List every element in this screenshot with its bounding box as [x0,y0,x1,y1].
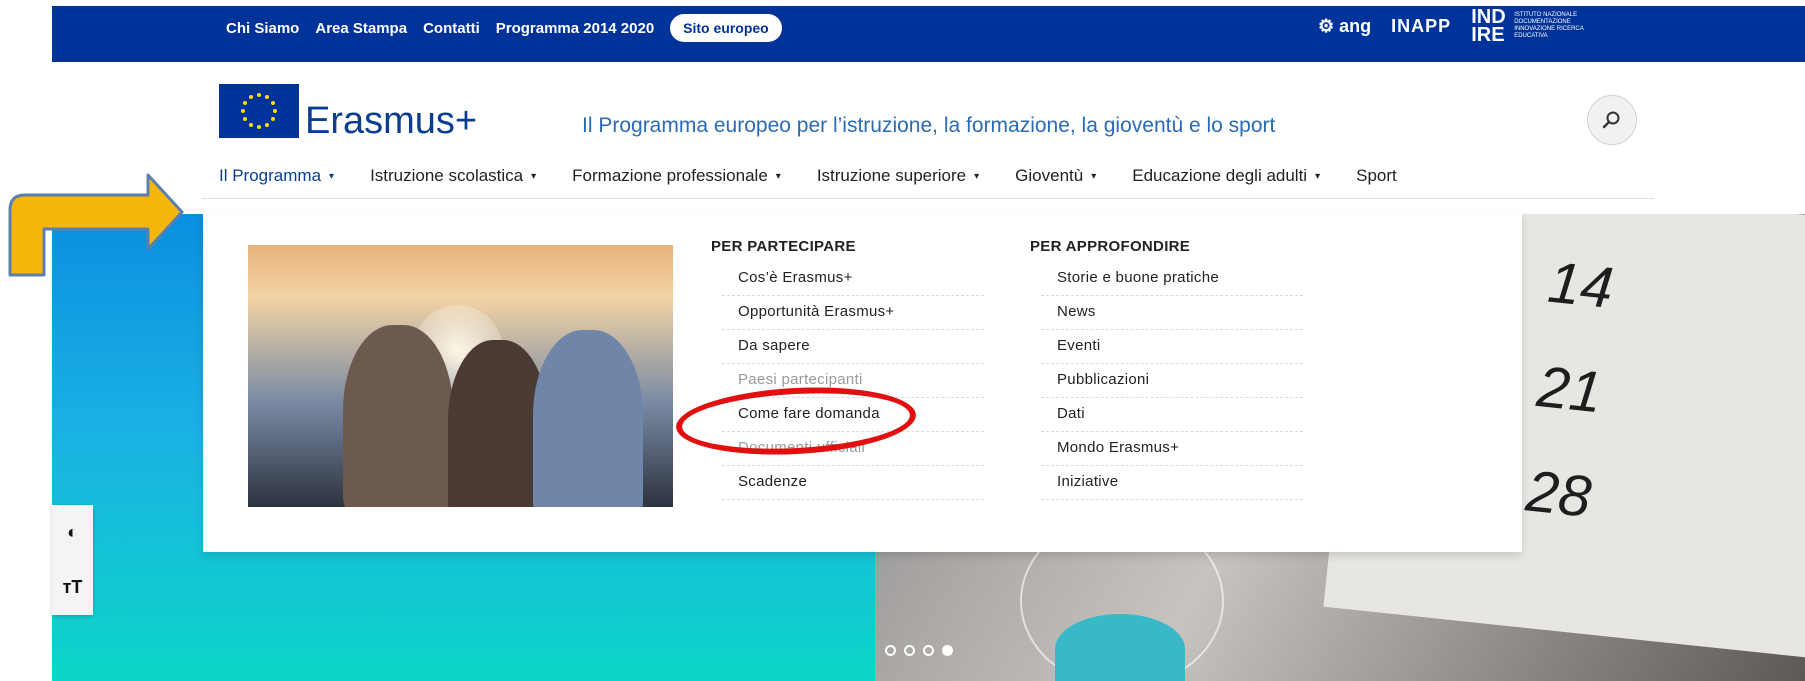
menu-item-scadenze[interactable]: Scadenze [722,466,984,500]
menu-item-news[interactable]: News [1041,296,1303,330]
menu-item-mondo-erasmus[interactable]: Mondo Erasmus+ [1041,432,1303,466]
italian-emblem-icon: ⚙ [1318,15,1335,36]
sito-europeo-button[interactable]: Sito europeo [670,14,782,42]
search-button[interactable] [1587,95,1637,145]
chevron-down-icon: ▾ [775,171,781,183]
eu-flag-icon[interactable] [219,84,299,138]
nav-gioventu[interactable]: Gioventù ▾ [1015,166,1096,194]
nav-divider [202,198,1654,199]
per-partecipare-title: PER PARTECIPARE [711,238,856,255]
programma-2014-2020-link[interactable]: Programma 2014 2020 [496,20,654,37]
chevron-down-icon: ▾ [1315,171,1321,183]
per-approfondire-list: Storie e buone pratiche News Eventi Pubb… [1041,262,1303,500]
partner-logos: ⚙ ang INAPP IND IRE ISTITUTO NAZIONALE D… [1318,6,1604,46]
annotation-arrow [8,173,184,277]
nav-label: Sport [1356,166,1397,185]
search-icon [1602,111,1620,129]
menu-item-dati[interactable]: Dati [1041,398,1303,432]
chi-siamo-link[interactable]: Chi Siamo [226,20,299,37]
menu-item-pubblicazioni[interactable]: Pubblicazioni [1041,364,1303,398]
top-links: Chi Siamo Area Stampa Contatti Programma… [226,14,782,42]
menu-item-cos-e-erasmus[interactable]: Cos’è Erasmus+ [722,262,984,296]
hourglass-sand [1055,614,1185,681]
slider-dot[interactable] [885,645,896,656]
text-size-icon[interactable]: ᴛT [52,560,93,615]
contatti-link[interactable]: Contatti [423,20,480,37]
indire-logo-mark: IND IRE [1471,6,1506,46]
mega-menu-photo [248,245,673,507]
menu-item-da-sapere[interactable]: Da sapere [722,330,984,364]
nav-label: Istruzione scolastica [370,166,524,185]
chevron-down-icon: ▾ [329,171,335,183]
person-silhouette [343,325,453,507]
main-nav: Il Programma ▾ Istruzione scolastica ▾ For… [219,166,1397,194]
mega-menu: PER PARTECIPARE Cos’è Erasmus+ Opportuni… [203,212,1522,552]
nav-label: Gioventù [1015,166,1084,185]
chevron-down-icon: ▾ [531,171,537,183]
menu-item-eventi[interactable]: Eventi [1041,330,1303,364]
per-approfondire-title: PER APPROFONDIRE [1030,238,1191,255]
nav-istruzione-superiore[interactable]: Istruzione superiore ▾ [817,166,979,194]
slider-dots [885,645,953,656]
chevron-down-icon: ▾ [1091,171,1097,183]
accessibility-toolbar: ◐ ᴛT [52,505,93,615]
menu-item-opportunita[interactable]: Opportunità Erasmus+ [722,296,984,330]
site-tagline: Il Programma europeo per l’istruzione, l… [582,114,1276,137]
nav-educazione-adulti[interactable]: Educazione degli adulti ▾ [1132,166,1320,194]
indire-logo-text: ISTITUTO NAZIONALE DOCUMENTAZIONE INNOVA… [1514,12,1584,39]
chevron-down-icon: ▾ [974,171,980,183]
nav-label: Il Programma [219,166,322,185]
nav-label: Educazione degli adulti [1132,166,1308,185]
nav-label: Formazione professionale [572,166,768,185]
menu-item-storie[interactable]: Storie e buone pratiche [1041,262,1303,296]
nav-istruzione-scolastica[interactable]: Istruzione scolastica ▾ [370,166,536,194]
per-partecipare-list: Cos’è Erasmus+ Opportunità Erasmus+ Da s… [722,262,984,500]
slider-dot-active[interactable] [942,645,953,656]
nav-il-programma[interactable]: Il Programma ▾ [219,166,334,194]
person-silhouette [533,330,643,507]
area-stampa-link[interactable]: Area Stampa [315,20,407,37]
nav-sport[interactable]: Sport [1356,166,1397,194]
slider-dot[interactable] [923,645,934,656]
contrast-toggle-icon[interactable]: ◐ [52,505,93,560]
ang-logo-text: ang [1339,15,1372,36]
calendar-number: 28 [1523,458,1595,530]
calendar-number: 21 [1534,354,1606,426]
menu-item-iniziative[interactable]: Iniziative [1041,466,1303,500]
calendar-number: 14 [1545,249,1617,321]
ang-logo[interactable]: ⚙ ang [1318,16,1371,37]
slider-dot[interactable] [904,645,915,656]
nav-formazione-professionale[interactable]: Formazione professionale ▾ [572,166,781,194]
erasmus-logo[interactable]: Erasmus+ [305,100,477,143]
indire-logo[interactable]: IND IRE ISTITUTO NAZIONALE DOCUMENTAZION… [1471,6,1604,46]
inapp-logo[interactable]: INAPP [1391,16,1451,37]
nav-label: Istruzione superiore [816,166,967,185]
